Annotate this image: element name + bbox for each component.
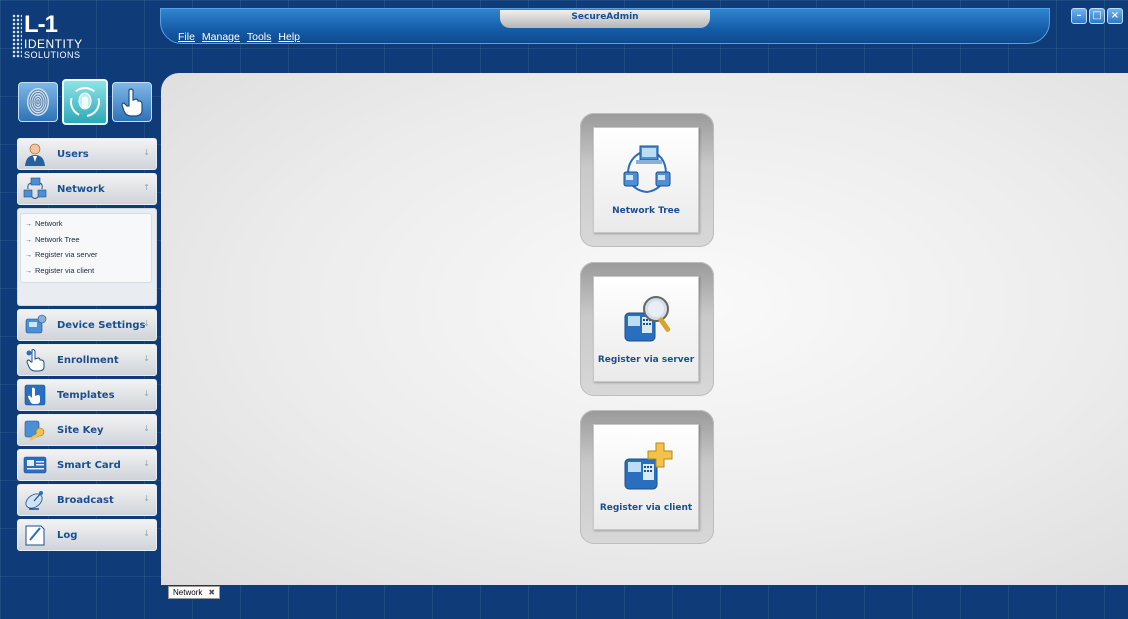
window-title: SecureAdmin — [500, 10, 710, 28]
submenu-item-register-via-server[interactable]: Register via server — [25, 248, 147, 264]
chevron-down-icon: ↓ — [143, 494, 150, 503]
tile-label: Network Tree — [612, 206, 680, 216]
network-submenu-list: Network Network Tree Register via server… — [20, 213, 152, 283]
register-via-server-tile[interactable]: Register via server — [593, 276, 699, 382]
register-via-client-tile[interactable]: Register via client — [593, 424, 699, 530]
tile-frame-register-client: Register via client — [580, 410, 714, 544]
site-key-icon — [24, 420, 45, 441]
device-settings-icon — [25, 314, 47, 334]
submenu-item-network[interactable]: Network — [25, 217, 147, 233]
user-icon — [25, 143, 45, 166]
touch-fingerprint-icon — [70, 87, 100, 117]
register-server-icon — [624, 296, 671, 342]
enrollment-hand-icon — [26, 349, 45, 372]
register-client-icon — [624, 442, 673, 490]
tile-label: Register via client — [599, 503, 693, 513]
menu-manage[interactable]: Manage — [202, 31, 240, 43]
tile-frame-network-tree: Network Tree — [580, 113, 714, 247]
sidebar-item-device-settings[interactable]: Device Settings ↓ — [17, 309, 157, 341]
sidebar-item-enrollment[interactable]: Enrollment ↓ — [17, 344, 157, 376]
network-submenu: Network Network Tree Register via server… — [17, 208, 157, 306]
sidebar-item-label: Log — [57, 529, 78, 541]
hand-mode-button[interactable] — [112, 82, 152, 122]
chevron-up-icon: ↑ — [143, 183, 150, 192]
chevron-down-icon: ↓ — [143, 148, 150, 157]
menu-help[interactable]: Help — [278, 31, 300, 43]
submenu-item-network-tree[interactable]: Network Tree — [25, 233, 147, 249]
sidebar-item-label: Broadcast — [57, 494, 114, 506]
logo-line2: IDENTITY — [24, 37, 83, 51]
sidebar-item-label: Templates — [57, 389, 115, 401]
broadcast-icon — [25, 491, 43, 510]
sidebar-item-network[interactable]: Network ↑ — [17, 173, 157, 205]
fingerprint-icon — [27, 88, 49, 116]
submenu-item-register-via-client[interactable]: Register via client — [25, 264, 147, 280]
sidebar-item-label: Device Settings — [57, 319, 146, 331]
network-tree-tile[interactable]: Network Tree — [593, 127, 699, 233]
menu-bar: File Manage Tools Help — [178, 31, 300, 43]
chevron-down-icon: ↓ — [143, 319, 150, 328]
sidebar: Users ↓ Network ↑ Network Network Tree R… — [17, 138, 157, 554]
network-icon — [23, 177, 47, 199]
chevron-down-icon: ↓ — [143, 529, 150, 538]
mode-switcher — [18, 79, 152, 125]
hand-pointer-icon — [121, 88, 143, 117]
sidebar-item-users[interactable]: Users ↓ — [17, 138, 157, 170]
smart-card-icon — [23, 456, 47, 474]
logo-line3: SOLUTIONS — [24, 50, 81, 60]
menu-file[interactable]: File — [178, 31, 195, 43]
chevron-down-icon: ↓ — [143, 424, 150, 433]
menu-tools[interactable]: Tools — [247, 31, 272, 43]
sidebar-item-label: Network — [57, 183, 105, 195]
tile-label: Register via server — [597, 355, 695, 365]
document-tab-label: Network — [173, 588, 203, 597]
chevron-down-icon: ↓ — [143, 389, 150, 398]
sidebar-item-smart-card[interactable]: Smart Card ↓ — [17, 449, 157, 481]
sidebar-item-label: Enrollment — [57, 354, 119, 366]
sidebar-item-log[interactable]: Log ↓ — [17, 519, 157, 551]
sidebar-item-broadcast[interactable]: Broadcast ↓ — [17, 484, 157, 516]
window-controls: – □ × — [1071, 8, 1123, 24]
chevron-down-icon: ↓ — [143, 459, 150, 468]
logo-dots — [12, 14, 22, 58]
network-tree-icon — [623, 145, 671, 194]
fingerprint-mode-button[interactable] — [18, 82, 58, 122]
company-logo: L-1 IDENTITY SOLUTIONS — [8, 6, 158, 64]
active-mode-button[interactable] — [62, 79, 108, 125]
chevron-down-icon: ↓ — [143, 354, 150, 363]
sidebar-item-site-key[interactable]: Site Key ↓ — [17, 414, 157, 446]
tile-frame-register-server: Register via server — [580, 262, 714, 396]
close-button[interactable]: × — [1107, 8, 1123, 24]
logo-line1: L-1 — [24, 11, 58, 38]
close-tab-icon[interactable]: ✖ — [208, 587, 215, 598]
minimize-button[interactable]: – — [1071, 8, 1087, 24]
maximize-button[interactable]: □ — [1089, 8, 1105, 24]
sidebar-item-label: Smart Card — [57, 459, 121, 471]
sidebar-item-label: Site Key — [57, 424, 104, 436]
sidebar-item-label: Users — [57, 148, 89, 160]
templates-icon — [24, 384, 46, 406]
sidebar-item-templates[interactable]: Templates ↓ — [17, 379, 157, 411]
log-icon — [25, 525, 45, 546]
document-tab[interactable]: Network ✖ — [168, 586, 221, 599]
